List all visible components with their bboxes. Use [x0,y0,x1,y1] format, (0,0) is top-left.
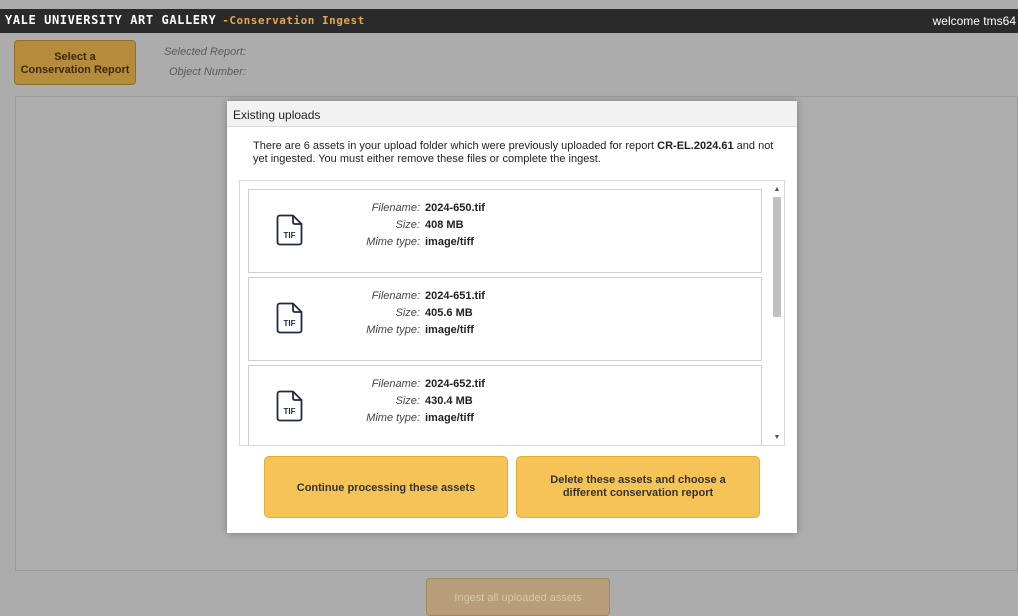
mime-value: image/tiff [425,324,474,336]
filename-label: Filename: [371,290,420,302]
modal-title: Existing uploads [227,101,797,127]
size-value: 405.6 MB [425,307,473,319]
scroll-down-arrow-icon[interactable]: ▼ [772,433,782,443]
delete-assets-button[interactable]: Delete these assets and choose a differe… [516,456,760,518]
file-list[interactable]: TIF Filename: 2024-650.tif Size: 408 MB Mi… [239,180,785,446]
object-number-label: Object Number: [168,66,246,78]
file-icon-label: TIF [284,231,296,240]
select-conservation-report-button[interactable]: Select a Conservation Report [14,40,136,85]
file-meta: Filename: 2024-650.tif Size: 408 MB Mime t… [339,200,485,251]
report-info: Selected Report: Object Number: [162,46,246,86]
size-label: Size: [395,307,420,319]
scrollbar-thumb[interactable] [773,197,781,317]
file-list-scrollbar[interactable]: ▲ ▼ [772,185,782,443]
message-pre: There are 6 assets in your upload folder… [253,140,658,152]
continue-processing-button[interactable]: Continue processing these assets [264,456,508,518]
tif-file-icon: TIF [276,302,304,334]
tif-file-icon: TIF [276,214,304,246]
mime-label: Mime type: [366,324,420,336]
select-report-line2: Conservation Report [20,64,130,76]
file-item: TIF Filename: 2024-650.tif Size: 408 MB Mi… [248,189,762,273]
welcome-user: welcome tms64 [932,14,1016,28]
brand-name: YALE UNIVERSITY ART GALLERY [5,13,217,27]
mime-value: image/tiff [425,412,474,424]
modal-message: There are 6 assets in your upload folder… [253,140,783,166]
file-item: TIF Filename: 2024-652.tif Size: 430.4 MB … [248,365,762,445]
size-label: Size: [395,219,420,231]
filename-label: Filename: [371,202,420,214]
mime-label: Mime type: [366,412,420,424]
mime-label: Mime type: [366,236,420,248]
filename-label: Filename: [371,378,420,390]
file-meta: Filename: 2024-651.tif Size: 405.6 MB Mime… [339,288,485,339]
file-meta: Filename: 2024-652.tif Size: 430.4 MB Mime… [339,376,485,427]
ingest-all-button[interactable]: Ingest all uploaded assets [426,578,610,616]
file-icon-label: TIF [284,319,296,328]
tif-file-icon: TIF [276,390,304,422]
filename-value: 2024-650.tif [425,202,485,214]
size-label: Size: [395,395,420,407]
file-item: TIF Filename: 2024-651.tif Size: 405.6 MB … [248,277,762,361]
app-brand: YALE UNIVERSITY ART GALLERY -Conservation… [5,13,365,27]
scroll-up-arrow-icon[interactable]: ▲ [772,185,782,195]
top-bar: YALE UNIVERSITY ART GALLERY -Conservation… [0,9,1018,33]
select-report-line1: Select a [54,51,96,63]
app-name: Conservation Ingest [229,14,365,27]
existing-uploads-modal: Existing uploads There are 6 assets in y… [227,101,797,533]
filename-value: 2024-652.tif [425,378,485,390]
report-id: CR-EL.2024.61 [657,140,734,152]
size-value: 408 MB [425,219,464,231]
file-icon-label: TIF [284,407,296,416]
filename-value: 2024-651.tif [425,290,485,302]
selected-report-label: Selected Report: [164,46,246,58]
size-value: 430.4 MB [425,395,473,407]
mime-value: image/tiff [425,236,474,248]
